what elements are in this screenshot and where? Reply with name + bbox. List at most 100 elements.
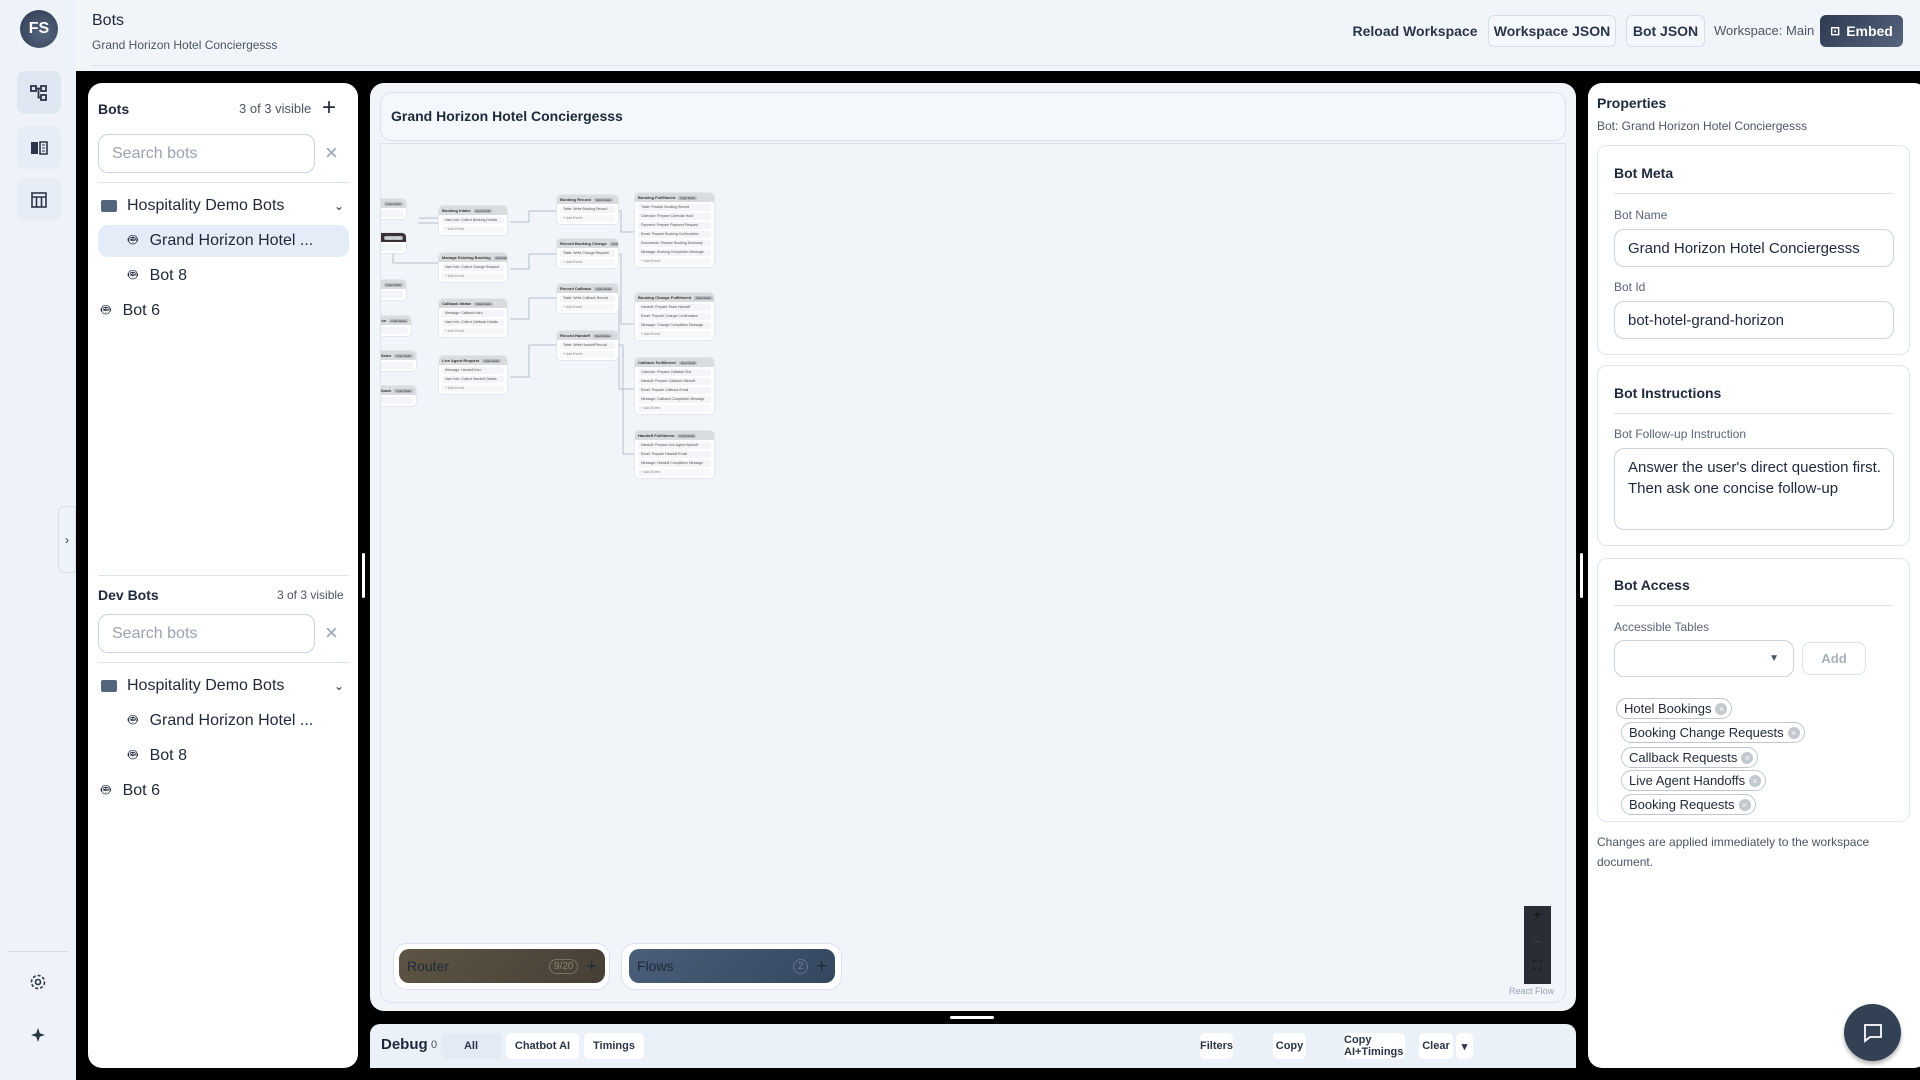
- add-event[interactable]: + Add Event: [638, 331, 711, 338]
- sparkle-icon[interactable]: [29, 1026, 47, 1049]
- flow-node[interactable]: Live Agent Request Input Node Message: Han…: [439, 356, 507, 394]
- flow-node[interactable]: PricingInput Node: [381, 280, 406, 300]
- flow-node[interactable]: Booking Change Fulfillment Input Node Hand…: [635, 293, 714, 340]
- bot-item[interactable]: 🤖︎ Bot 8: [98, 260, 349, 292]
- bots-search-input[interactable]: Search bots: [98, 134, 315, 173]
- flow-node[interactable]: Booking Fulfillment Input Node Table: Fina…: [635, 193, 714, 267]
- folder-row[interactable]: Hospitality Demo Bots ⌄: [101, 670, 352, 702]
- add-event[interactable]: + Add Event: [442, 328, 504, 335]
- table-chip: Booking Change Requests ×: [1621, 722, 1805, 743]
- bot-item[interactable]: 🤖︎ Grand Horizon Hotel ...: [98, 705, 349, 737]
- table-select[interactable]: ▼: [1614, 640, 1794, 677]
- bot-label: Bot 6: [122, 302, 160, 319]
- node-badge: Input Node: [593, 197, 613, 202]
- add-event[interactable]: + Add Event: [560, 351, 615, 358]
- flow-node[interactable]: Group SalesInput Node: [381, 351, 416, 371]
- add-router-icon[interactable]: +: [586, 956, 597, 977]
- zoom-in-button[interactable]: +: [1524, 906, 1551, 932]
- remove-chip-icon[interactable]: ×: [1749, 774, 1762, 787]
- workspace-json-button[interactable]: Workspace JSON: [1488, 15, 1616, 47]
- dev-bots-search-input[interactable]: Search bots: [98, 614, 315, 653]
- debug-tab-chatbot-ai[interactable]: Chatbot AI: [506, 1033, 579, 1059]
- flow-node[interactable]: Record Handoff Input Node Table: Write Han…: [557, 331, 618, 360]
- add-event[interactable]: + Add Event: [560, 259, 615, 266]
- debug-tab-timings[interactable]: Timings: [584, 1033, 644, 1059]
- router-button[interactable]: Router 9/20 +: [399, 949, 605, 983]
- bot-item[interactable]: 🤖︎ Bot 6: [98, 775, 349, 807]
- clear-search-icon[interactable]: ×: [325, 620, 338, 646]
- clear-search-icon[interactable]: ×: [325, 140, 338, 166]
- flow-icon[interactable]: [17, 71, 61, 114]
- reload-workspace-button[interactable]: Reload Workspace: [1350, 15, 1480, 47]
- fit-view-icon[interactable]: ⛶: [1524, 958, 1551, 984]
- follow-up-instruction-textarea[interactable]: Answer the user's direct question first.…: [1614, 448, 1894, 530]
- flow-node[interactable]: IntroInput Node: [381, 199, 406, 219]
- remove-chip-icon[interactable]: ×: [1738, 798, 1751, 811]
- flow-node[interactable]: FallbackInput Node: [381, 386, 416, 406]
- copy-button[interactable]: Copy: [1273, 1033, 1306, 1059]
- flow-node[interactable]: Record Callback Input Node Table: Write Ca…: [557, 284, 618, 313]
- add-event[interactable]: + Add Event: [442, 273, 504, 280]
- flows-label: Flows: [637, 958, 674, 974]
- flow-node[interactable]: Handoff Fulfillment Input Node Handoff: Pr…: [635, 431, 714, 478]
- flow-node[interactable]: EscalationInput Node: [381, 316, 411, 336]
- chevron-down-icon[interactable]: ⌄: [334, 199, 344, 213]
- node-row: Message: Handoff Intro: [442, 367, 504, 374]
- flow-canvas[interactable]: Booking Intake Input Node User Info: Colle…: [380, 143, 1566, 1003]
- flow-node[interactable]: Record Booking ChangeInput Node Table: Wr…: [557, 239, 618, 268]
- clear-button[interactable]: Clear: [1419, 1033, 1453, 1059]
- table-icon[interactable]: [17, 178, 61, 221]
- add-table-button[interactable]: Add: [1802, 642, 1866, 675]
- zoom-out-button[interactable]: –: [1524, 932, 1551, 958]
- bot-label: Bot 8: [149, 267, 187, 284]
- add-event[interactable]: + Add Event: [560, 304, 615, 311]
- chat-button[interactable]: [1844, 1004, 1901, 1061]
- bot-item[interactable]: 🤖︎ Bot 8: [98, 740, 349, 772]
- add-bot-button[interactable]: +: [322, 94, 336, 122]
- remove-chip-icon[interactable]: ×: [1741, 751, 1754, 764]
- add-event[interactable]: + Add Event: [560, 215, 615, 222]
- resize-handle-right[interactable]: [1580, 553, 1583, 598]
- filters-button[interactable]: Filters: [1200, 1033, 1233, 1059]
- avatar[interactable]: FS: [20, 10, 58, 48]
- resize-handle-bottom[interactable]: [950, 1016, 994, 1019]
- chevron-down-icon[interactable]: ⌄: [334, 679, 344, 693]
- add-event[interactable]: + Add Event: [442, 226, 504, 233]
- flow-node[interactable]: Input Node: [381, 233, 406, 253]
- copy-ai-timings-button[interactable]: Copy AI+Timings: [1344, 1033, 1405, 1059]
- add-event[interactable]: + Add Event: [638, 469, 711, 476]
- debug-tab-all[interactable]: All: [441, 1033, 501, 1059]
- flows-count: 2: [792, 958, 809, 974]
- node-badge: Input Node: [482, 358, 501, 363]
- remove-chip-icon[interactable]: ×: [1787, 726, 1800, 739]
- bot-id-input[interactable]: bot-hotel-grand-horizon: [1614, 301, 1894, 339]
- expand-sidebar-button[interactable]: ›: [58, 506, 76, 573]
- book-icon[interactable]: [17, 126, 61, 169]
- node-row: Table: Write Booking Record: [560, 206, 615, 213]
- flow-node[interactable]: Booking Record Input Node Table: Write Boo…: [557, 195, 618, 224]
- node-row: Table: Write Handoff Record: [560, 342, 615, 349]
- embed-icon: ⊡: [1830, 24, 1841, 38]
- flow-node[interactable]: Booking Intake Input Node User Info: Colle…: [439, 206, 507, 235]
- bot-item[interactable]: 🤖︎ Grand Horizon Hotel ...: [98, 225, 349, 257]
- add-event[interactable]: + Add Event: [638, 258, 711, 265]
- flows-button[interactable]: Flows 2 +: [629, 949, 835, 983]
- flow-node[interactable]: Callback Intake Input Node Message: Callba…: [439, 299, 507, 337]
- node-row: User Info: Collect Booking Details: [442, 217, 504, 224]
- node-title: Booking Record Input Node: [557, 195, 618, 204]
- add-event[interactable]: + Add Event: [442, 385, 504, 392]
- resize-handle-left[interactable]: [362, 553, 365, 598]
- folder-row[interactable]: Hospitality Demo Bots ⌄: [101, 190, 352, 222]
- flow-node[interactable]: Manage Existing BookingInput Node User In…: [439, 253, 507, 282]
- add-event[interactable]: + Add Event: [638, 405, 711, 412]
- add-flow-icon[interactable]: +: [816, 956, 827, 977]
- flow-node[interactable]: Callback Fulfillment Input Node Calendar: …: [635, 358, 714, 414]
- bot-item[interactable]: 🤖︎ Bot 6: [98, 295, 349, 327]
- bot-name-input[interactable]: Grand Horizon Hotel Conciergesss: [1614, 229, 1894, 267]
- remove-chip-icon[interactable]: ×: [1715, 702, 1728, 715]
- embed-button[interactable]: ⊡ Embed: [1820, 15, 1903, 47]
- settings-icon[interactable]: [29, 973, 47, 996]
- react-flow-attribution[interactable]: React Flow: [1509, 986, 1554, 996]
- debug-menu-button[interactable]: ▾: [1456, 1033, 1473, 1059]
- bot-json-button[interactable]: Bot JSON: [1626, 15, 1705, 47]
